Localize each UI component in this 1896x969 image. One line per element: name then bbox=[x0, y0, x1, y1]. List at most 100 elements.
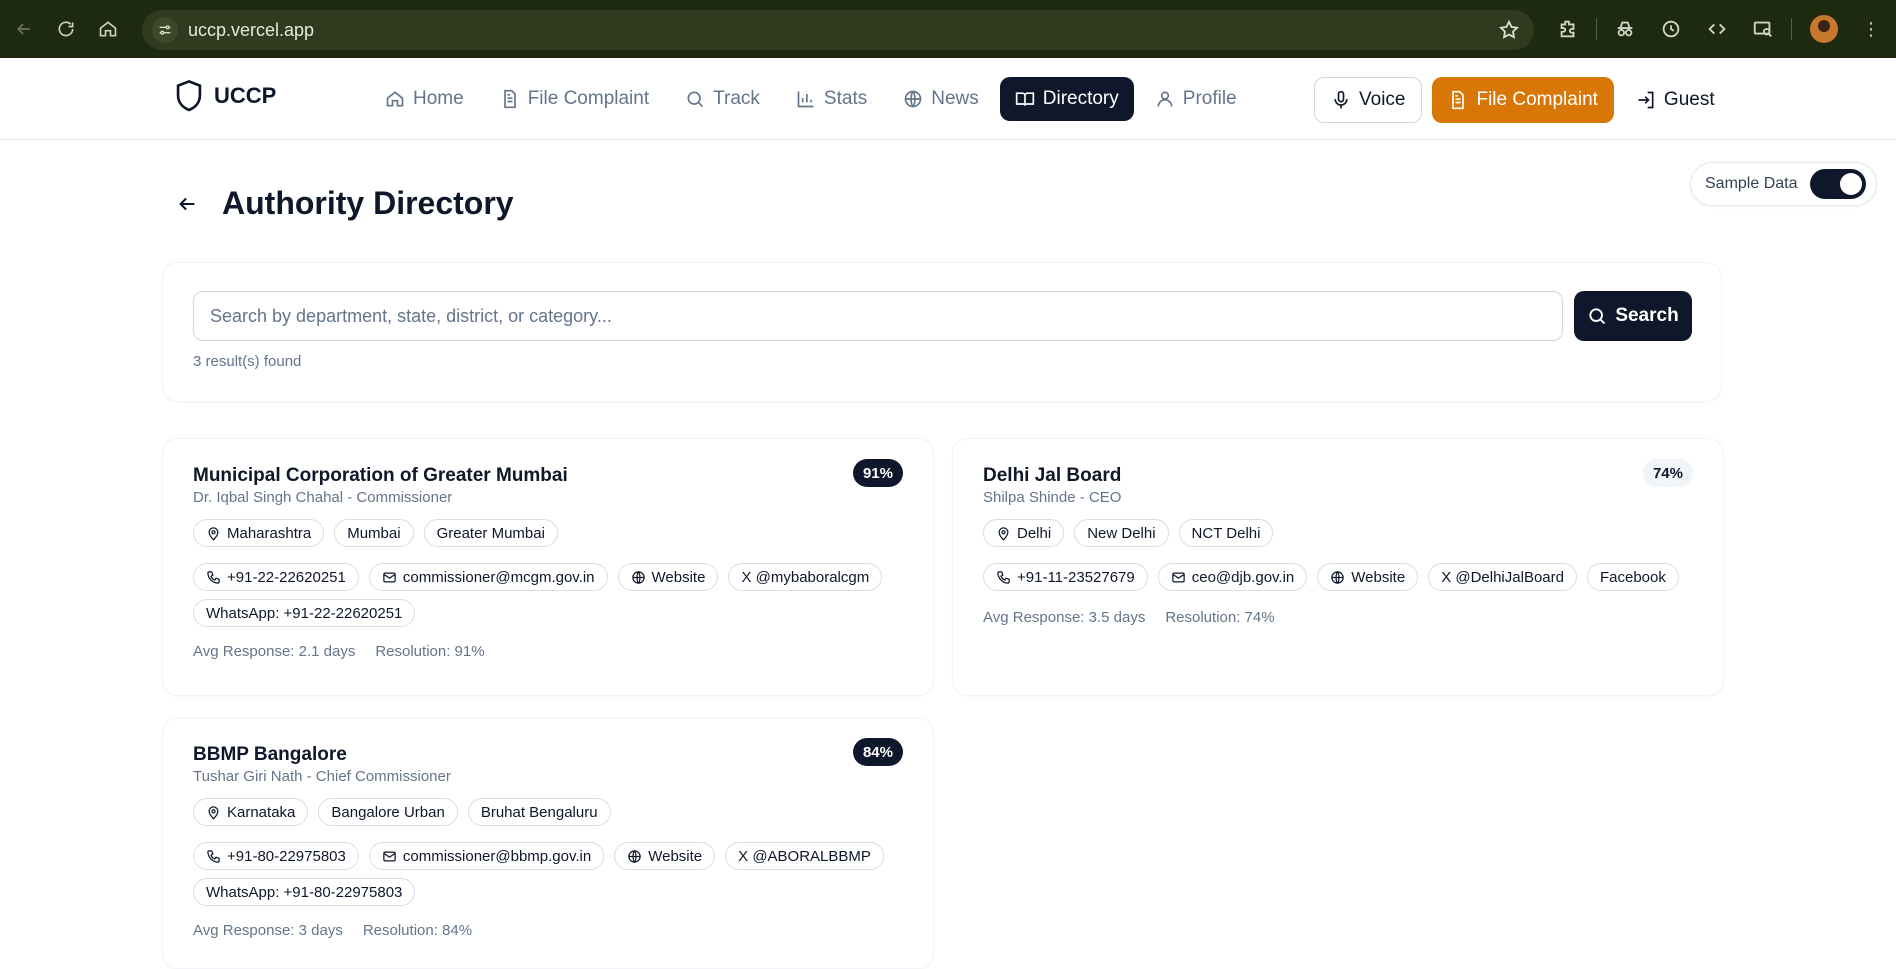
email-link[interactable]: ceo@djb.gov.in bbox=[1157, 563, 1308, 591]
sample-data-toggle[interactable]: Sample Data bbox=[1690, 162, 1877, 206]
mail-icon bbox=[383, 572, 396, 582]
sample-data-switch[interactable] bbox=[1809, 169, 1866, 199]
globe-icon bbox=[1331, 570, 1345, 584]
brand-logo[interactable]: UCCP bbox=[174, 79, 276, 113]
location-chip-city: New Delhi bbox=[1074, 519, 1169, 547]
facebook-link[interactable]: Facebook bbox=[1586, 563, 1679, 591]
x-link[interactable]: X @ABORALBBMP bbox=[725, 842, 884, 870]
nav-label: Home bbox=[413, 88, 464, 109]
location-chip-city: Mumbai bbox=[334, 519, 414, 547]
contact-links: +91-80-22975803 commissioner@bbmp.gov.in… bbox=[193, 842, 913, 906]
nav-stats[interactable]: Stats bbox=[781, 77, 882, 121]
map-pin-icon bbox=[208, 526, 219, 541]
bookmark-star-icon[interactable] bbox=[1498, 19, 1520, 41]
location-chip-district: Bruhat Bengaluru bbox=[467, 798, 611, 826]
contact-links: +91-22-22620251 commissioner@mcgm.gov.in… bbox=[193, 563, 913, 627]
nav-track[interactable]: Track bbox=[670, 77, 775, 121]
resolution-rate: Resolution: 74% bbox=[1165, 609, 1275, 626]
login-icon bbox=[1638, 91, 1654, 109]
incognito-icon[interactable] bbox=[1607, 11, 1643, 47]
authority-official: Shilpa Shinde - CEO bbox=[983, 489, 1122, 506]
page-title: Authority Directory bbox=[222, 185, 514, 221]
screen-search-icon[interactable] bbox=[1745, 11, 1781, 47]
browser-back-button[interactable] bbox=[6, 11, 42, 47]
resolution-rate: Resolution: 91% bbox=[375, 643, 485, 660]
nav-label: Directory bbox=[1042, 88, 1119, 109]
avg-response: Avg Response: 3.5 days bbox=[983, 609, 1146, 626]
authority-card: BBMP Bangalore Tushar Giri Nath - Chief … bbox=[162, 717, 934, 969]
map-pin-icon bbox=[998, 526, 1009, 541]
search-icon bbox=[687, 91, 704, 108]
x-link[interactable]: X @DelhiJalBoard bbox=[1428, 563, 1577, 591]
nav-label: Stats bbox=[823, 88, 868, 109]
code-icon[interactable] bbox=[1699, 11, 1735, 47]
voice-label: Voice bbox=[1359, 89, 1406, 110]
phone-link[interactable]: +91-80-22975803 bbox=[193, 842, 359, 870]
voice-button[interactable]: Voice bbox=[1314, 77, 1423, 123]
file-complaint-button[interactable]: File Complaint bbox=[1432, 77, 1614, 123]
book-icon bbox=[1015, 92, 1034, 106]
browser-toolbar: uccp.vercel.app ⋮ bbox=[0, 0, 1896, 58]
website-link[interactable]: Website bbox=[1317, 563, 1419, 591]
history-icon[interactable] bbox=[1653, 11, 1689, 47]
browser-extensions: ⋮ bbox=[1550, 11, 1880, 47]
shield-icon bbox=[176, 79, 202, 112]
performance-stats: Avg Response: 3 days Resolution: 84% bbox=[193, 922, 472, 939]
search-button[interactable]: Search bbox=[1574, 291, 1692, 341]
authority-official: Tushar Giri Nath - Chief Commissioner bbox=[193, 768, 451, 785]
phone-icon bbox=[207, 849, 220, 863]
website-link[interactable]: Website bbox=[614, 842, 716, 870]
nav-file-complaint[interactable]: File Complaint bbox=[485, 77, 664, 121]
url-text[interactable]: uccp.vercel.app bbox=[188, 20, 314, 41]
file-icon bbox=[503, 89, 516, 109]
extensions-puzzle-icon[interactable] bbox=[1550, 11, 1586, 47]
whatsapp-link[interactable]: WhatsApp: +91-80-22975803 bbox=[193, 878, 416, 906]
result-count: 3 result(s) found bbox=[193, 353, 302, 370]
location-tags: Karnataka Bangalore Urban Bruhat Bengalu… bbox=[193, 798, 611, 826]
profile-avatar[interactable] bbox=[1810, 15, 1838, 43]
phone-icon bbox=[207, 570, 220, 584]
authority-name: Delhi Jal Board bbox=[983, 465, 1122, 486]
location-tags: Maharashtra Mumbai Greater Mumbai bbox=[193, 519, 558, 547]
website-link[interactable]: Website bbox=[617, 563, 719, 591]
performance-stats: Avg Response: 3.5 days Resolution: 74% bbox=[983, 609, 1275, 626]
address-bar[interactable]: uccp.vercel.app bbox=[142, 10, 1534, 50]
search-icon bbox=[1589, 308, 1606, 325]
search-input[interactable] bbox=[193, 291, 1563, 341]
authority-official: Dr. Iqbal Singh Chahal - Commissioner bbox=[193, 489, 453, 506]
authority-name: BBMP Bangalore bbox=[193, 744, 347, 765]
main-nav: Home File Complaint Track Stats News Dir… bbox=[370, 77, 1252, 121]
phone-link[interactable]: +91-22-22620251 bbox=[193, 563, 359, 591]
back-arrow-icon[interactable] bbox=[176, 193, 198, 215]
email-link[interactable]: commissioner@mcgm.gov.in bbox=[368, 563, 608, 591]
header-actions: Voice File Complaint Guest bbox=[1314, 77, 1727, 123]
browser-home-button[interactable] bbox=[90, 11, 126, 47]
microphone-icon bbox=[1334, 90, 1348, 109]
browser-reload-button[interactable] bbox=[48, 11, 84, 47]
app-header: UCCP Home File Complaint Track Stats New… bbox=[0, 58, 1896, 140]
arrow-left-icon bbox=[16, 23, 30, 35]
nav-profile[interactable]: Profile bbox=[1140, 77, 1252, 121]
site-settings-icon[interactable] bbox=[152, 17, 178, 43]
nav-directory[interactable]: Directory bbox=[999, 77, 1134, 121]
guest-login-button[interactable]: Guest bbox=[1624, 77, 1727, 123]
more-menu-icon[interactable]: ⋮ bbox=[1862, 19, 1880, 40]
sample-data-label: Sample Data bbox=[1705, 175, 1798, 192]
nav-home[interactable]: Home bbox=[370, 77, 479, 121]
file-icon bbox=[1452, 90, 1465, 110]
avg-response: Avg Response: 2.1 days bbox=[193, 643, 356, 660]
email-link[interactable]: commissioner@bbmp.gov.in bbox=[368, 842, 605, 870]
phone-icon bbox=[997, 570, 1010, 584]
nav-label: News bbox=[931, 88, 979, 109]
location-tags: Delhi New Delhi NCT Delhi bbox=[983, 519, 1274, 547]
whatsapp-link[interactable]: WhatsApp: +91-22-22620251 bbox=[193, 599, 416, 627]
resolution-rate: Resolution: 84% bbox=[362, 922, 473, 939]
file-complaint-label: File Complaint bbox=[1476, 89, 1598, 110]
home-icon bbox=[99, 21, 117, 37]
nav-news[interactable]: News bbox=[888, 77, 994, 121]
reload-icon bbox=[58, 21, 74, 37]
home-icon bbox=[386, 91, 404, 107]
nav-label: File Complaint bbox=[527, 88, 650, 109]
x-link[interactable]: X @mybaboralcgm bbox=[728, 563, 883, 591]
phone-link[interactable]: +91-11-23527679 bbox=[983, 563, 1148, 591]
